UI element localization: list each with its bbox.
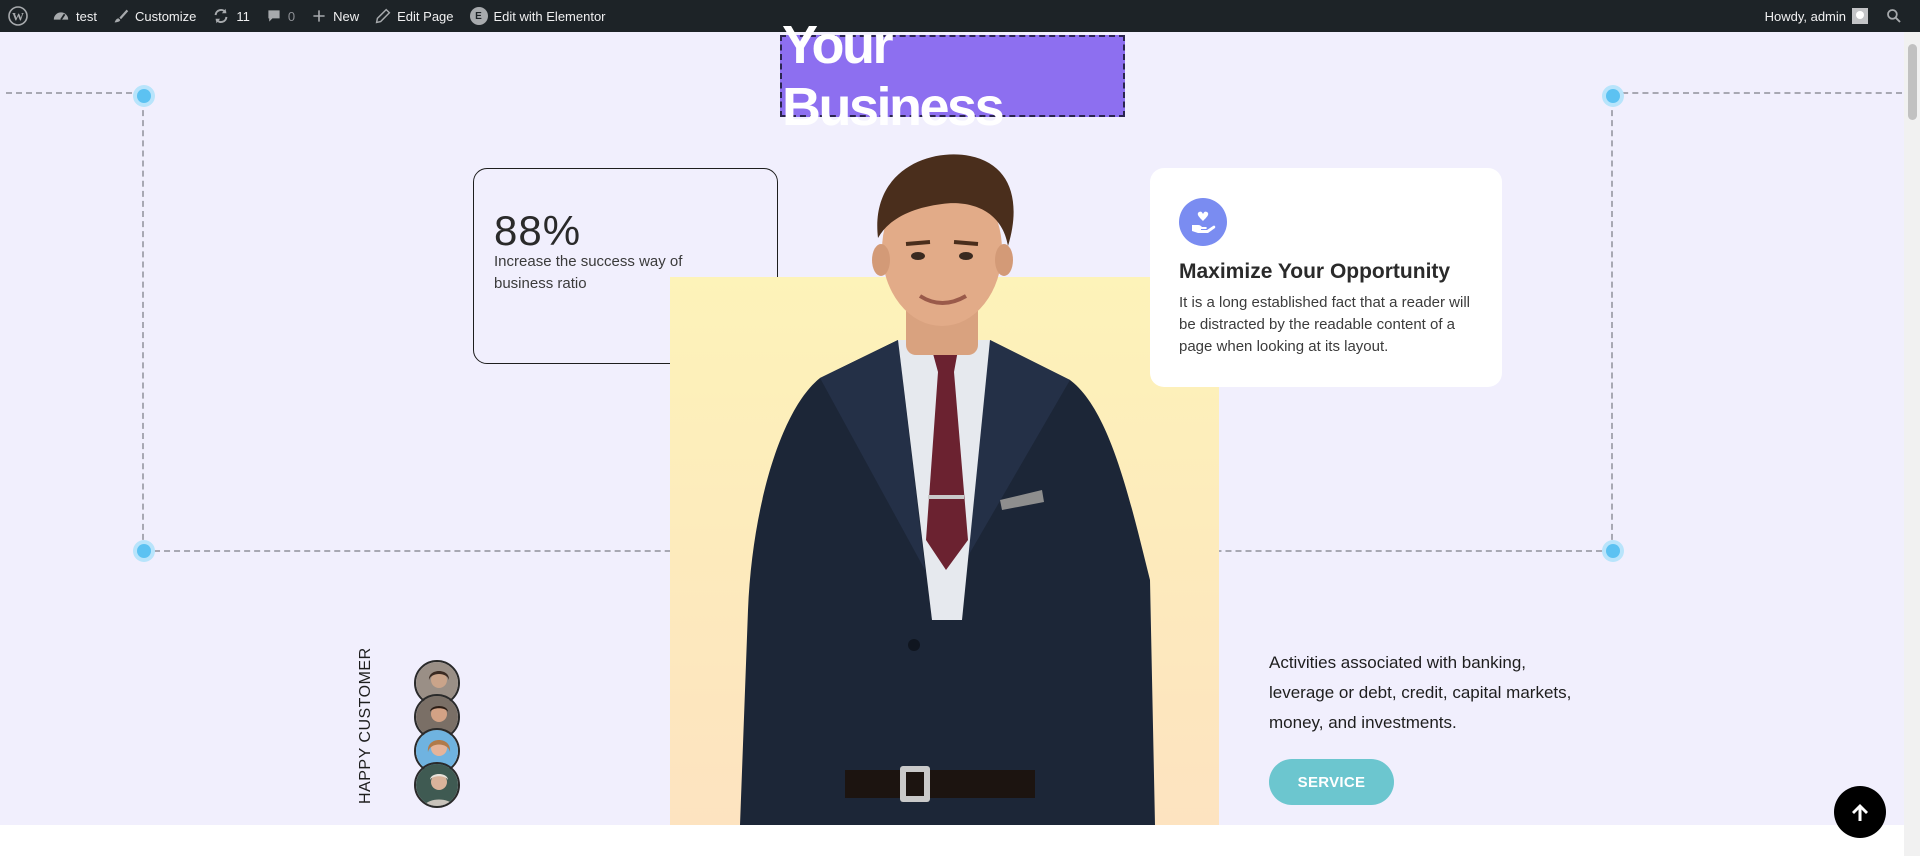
- feature-title: Maximize Your Opportunity: [1179, 260, 1451, 283]
- dashboard-icon: [53, 12, 69, 21]
- happy-customer-label: HAPPY CUSTOMER: [357, 647, 374, 804]
- comment-icon: [268, 10, 280, 22]
- guide-line-top-left: [6, 92, 142, 94]
- avatar: [1852, 8, 1868, 24]
- brush-icon: [114, 9, 129, 23]
- howdy-label: Howdy, admin: [1764, 8, 1846, 24]
- guide-line-left: [142, 100, 144, 550]
- customer-avatar: [414, 762, 460, 808]
- edit-elementor-label: Edit with Elementor: [493, 8, 606, 24]
- svg-text:W: W: [12, 10, 24, 24]
- arrow-up-icon: [1852, 804, 1868, 821]
- pencil-icon: [375, 8, 391, 24]
- updates-count: 11: [236, 8, 250, 24]
- guide-handle[interactable]: [133, 540, 155, 562]
- guide-handle[interactable]: [1602, 85, 1624, 107]
- guide-line-right: [1611, 100, 1613, 550]
- guide-line-top-right: [1612, 92, 1902, 94]
- scrollbar-thumb[interactable]: [1908, 44, 1917, 120]
- service-description: Activities associated with banking, leve…: [1269, 653, 1572, 732]
- guide-handle[interactable]: [133, 85, 155, 107]
- comments-link[interactable]: 0: [258, 0, 303, 32]
- site-name-link[interactable]: test: [44, 0, 105, 32]
- edit-page-label: Edit Page: [397, 8, 454, 24]
- search-icon: [1887, 9, 1901, 23]
- edit-elementor-link[interactable]: E Edit with Elementor: [462, 0, 614, 32]
- back-to-top-button[interactable]: [1834, 786, 1886, 838]
- new-label: New: [333, 8, 360, 24]
- new-content-link[interactable]: New: [303, 0, 367, 32]
- guide-handle[interactable]: [1602, 540, 1624, 562]
- customize-link[interactable]: Customize: [105, 0, 204, 32]
- my-account-link[interactable]: Howdy, admin: [1757, 0, 1876, 32]
- edit-page-link[interactable]: Edit Page: [367, 0, 461, 32]
- page-title: Your Business: [782, 15, 1005, 137]
- customize-label: Customize: [134, 8, 197, 24]
- feature-text: It is a long established fact that a rea…: [1179, 294, 1470, 355]
- updates-icon: [215, 8, 228, 24]
- wordpress-logo-icon[interactable]: W: [0, 0, 44, 32]
- headline-widget[interactable]: Your Business: [780, 15, 1125, 137]
- elementor-icon: E: [469, 7, 488, 25]
- stat-value: 88%: [494, 207, 582, 254]
- heart-hand-icon: [1179, 198, 1227, 246]
- updates-link[interactable]: 11: [204, 0, 258, 32]
- businessman-image: [740, 154, 1155, 825]
- plus-icon: [313, 10, 325, 22]
- service-button[interactable]: SERVICE: [1269, 759, 1394, 805]
- feature-card: Maximize Your Opportunity It is a long e…: [1150, 168, 1502, 387]
- comments-count: 0: [287, 8, 296, 24]
- next-section: [0, 825, 1904, 856]
- page-scrollbar[interactable]: [1904, 32, 1920, 856]
- site-name: test: [76, 8, 97, 24]
- search-button[interactable]: [1876, 0, 1920, 32]
